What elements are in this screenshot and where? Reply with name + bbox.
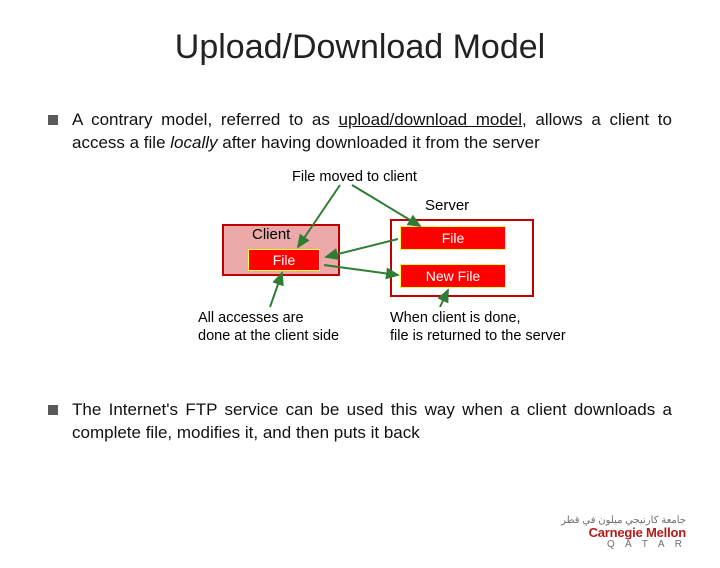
- caption-return-l1: When client is done,: [390, 310, 521, 326]
- bullet-list-bottom: The Internet's FTP service can be used t…: [48, 399, 672, 445]
- bullet-1-post: after having downloaded it from the serv…: [218, 133, 540, 152]
- caption-accesses-l1: All accesses are: [198, 310, 304, 326]
- slide-title: Upload/Download Model: [0, 28, 720, 67]
- bullet-marker: [48, 405, 58, 415]
- bullet-1-italic: locally: [170, 133, 217, 152]
- caption-return: When client is done, file is returned to…: [390, 309, 566, 345]
- diagram-arrows: [0, 169, 720, 389]
- diagram: File moved to client Server File New Fil…: [0, 169, 720, 389]
- bullet-1-pre: A contrary model, referred to as: [72, 110, 339, 129]
- caption-file-moved: File moved to client: [292, 169, 417, 185]
- caption-return-l2: file is returned to the server: [390, 328, 566, 344]
- footer-logo: جامعة كارنيجي ميلون في قطر Carnegie Mell…: [561, 516, 686, 550]
- client-label: Client: [252, 226, 290, 243]
- caption-accesses-l2: done at the client side: [198, 328, 339, 344]
- client-file-box: File: [248, 249, 320, 271]
- bullet-2-text: The Internet's FTP service can be used t…: [72, 399, 672, 445]
- server-newfile-box: New File: [400, 264, 506, 288]
- bullet-marker: [48, 115, 58, 125]
- logo-line-1: Carnegie Mellon: [561, 526, 686, 539]
- bullet-1-text: A contrary model, referred to as upload/…: [72, 109, 672, 155]
- logo-line-2: Q A T A R: [561, 540, 686, 550]
- bullet-2: The Internet's FTP service can be used t…: [48, 399, 672, 445]
- caption-accesses: All accesses are done at the client side: [198, 309, 339, 345]
- bullet-list-top: A contrary model, referred to as upload/…: [48, 109, 672, 155]
- server-label: Server: [425, 197, 469, 214]
- bullet-1: A contrary model, referred to as upload/…: [48, 109, 672, 155]
- bullet-1-underline: upload/download model: [339, 110, 523, 129]
- server-file-box: File: [400, 226, 506, 250]
